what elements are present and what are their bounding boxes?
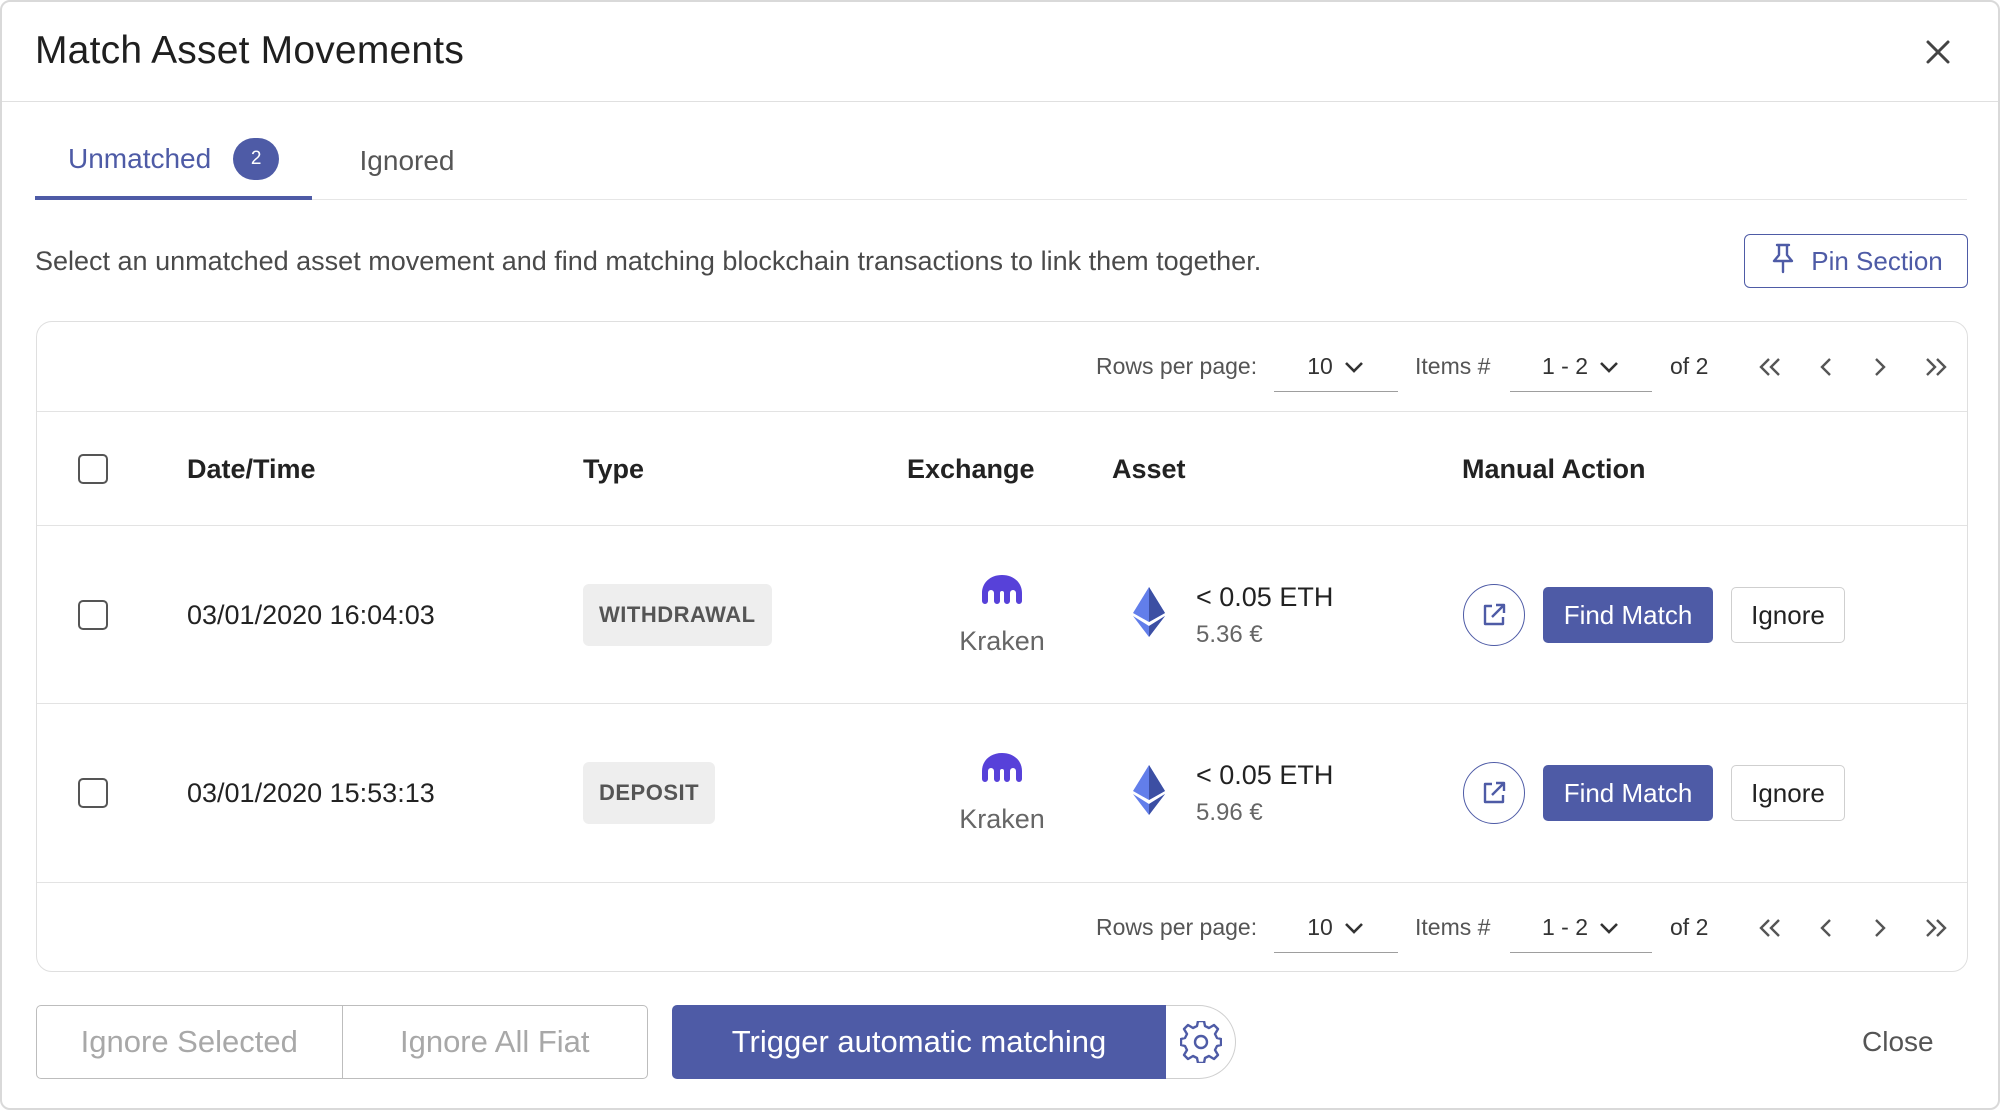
column-header-exchange: Exchange [907, 453, 1035, 484]
items-range-select[interactable]: 1 - 2 [1510, 342, 1652, 392]
header-checkbox-cell [78, 412, 108, 526]
asset-movements-table: Rows per page: 10 Items # 1 - 2 of 2 Dat… [36, 321, 1968, 972]
type-badge: DEPOSIT [583, 762, 716, 824]
rows-per-page-label: Rows per page: [1096, 914, 1258, 940]
asset-fiat-value: 5.96 € [1196, 798, 1263, 826]
ethereum-icon [1132, 764, 1166, 823]
first-page-icon[interactable] [1750, 347, 1790, 387]
tab-unmatched-label: Unmatched [68, 143, 212, 174]
rows-per-page-select[interactable]: 10 [1274, 342, 1398, 392]
row-actions-cell: Find Match Ignore [1463, 526, 1845, 704]
gear-icon[interactable] [1166, 1005, 1236, 1079]
row-type-cell: WITHDRAWAL [583, 526, 772, 704]
pin-section-button[interactable]: Pin Section [1744, 234, 1968, 288]
exchange-name: Kraken [959, 626, 1045, 656]
tab-unmatched[interactable]: Unmatched 2 [35, 122, 312, 200]
items-range-value: 1 - 2 [1541, 913, 1589, 940]
row-exchange-cell: Kraken [909, 704, 1095, 882]
exchange-name: Kraken [959, 804, 1045, 834]
items-range-value: 1 - 2 [1541, 352, 1589, 379]
row-checkbox-cell [78, 526, 108, 704]
unmatched-count-badge: 2 [233, 138, 280, 180]
open-external-icon[interactable] [1463, 762, 1525, 824]
tab-ignored[interactable]: Ignored [312, 122, 502, 200]
row-actions-cell: Find Match Ignore [1463, 704, 1845, 882]
chevron-down-icon [1343, 914, 1365, 941]
first-page-icon[interactable] [1750, 908, 1790, 948]
chevron-down-icon [1343, 353, 1365, 380]
next-page-icon[interactable] [1860, 908, 1900, 948]
ignore-button[interactable]: Ignore [1731, 765, 1845, 821]
rows-per-page-select[interactable]: 10 [1274, 903, 1398, 953]
asset-amount: < 0.05 ETH [1196, 581, 1334, 612]
table-header: Date/Time Type Exchange Asset Manual Act… [37, 412, 1967, 526]
ignore-button-group: Ignore Selected Ignore All Fiat [36, 1005, 648, 1079]
table-row: 03/01/2020 16:04:03 WITHDRAWAL Kraken < … [37, 526, 1967, 704]
asset-fiat-value: 5.36 € [1196, 620, 1263, 648]
row-checkbox[interactable] [78, 600, 108, 630]
column-header-manual-action: Manual Action [1462, 453, 1646, 484]
row-datetime: 03/01/2020 15:53:13 [187, 777, 435, 808]
total-label: of 2 [1670, 353, 1709, 379]
last-page-icon[interactable] [1916, 908, 1956, 948]
row-datetime: 03/01/2020 16:04:03 [187, 599, 435, 630]
row-checkbox-cell [78, 704, 108, 882]
items-label: Items # [1415, 914, 1491, 940]
items-range-select[interactable]: 1 - 2 [1510, 903, 1652, 953]
tab-ignored-label: Ignored [359, 145, 455, 176]
column-header-datetime: Date/Time [187, 453, 316, 484]
last-page-icon[interactable] [1916, 347, 1956, 387]
open-external-icon[interactable] [1463, 584, 1525, 646]
find-match-button[interactable]: Find Match [1543, 587, 1713, 643]
close-button[interactable]: Close [1862, 1005, 1934, 1079]
pagination-top: Rows per page: 10 Items # 1 - 2 of 2 [37, 322, 1967, 412]
description-text: Select an unmatched asset movement and f… [35, 246, 1262, 276]
close-icon[interactable] [1918, 32, 1958, 72]
row-exchange-cell: Kraken [909, 526, 1095, 704]
previous-page-icon[interactable] [1806, 908, 1846, 948]
dialog-title: Match Asset Movements [35, 29, 465, 72]
row-asset-cell: < 0.05 ETH 5.36 € [1132, 526, 1333, 704]
type-badge: WITHDRAWAL [583, 584, 772, 646]
tab-bar: Unmatched 2 Ignored [35, 122, 1967, 200]
chevron-down-icon [1598, 353, 1620, 380]
kraken-logo-icon [980, 751, 1024, 792]
items-label: Items # [1415, 353, 1491, 379]
asset-amount: < 0.05 ETH [1196, 759, 1334, 790]
trigger-automatic-matching-button[interactable]: Trigger automatic matching [672, 1005, 1166, 1079]
ignore-button[interactable]: Ignore [1731, 587, 1845, 643]
next-page-icon[interactable] [1860, 347, 1900, 387]
table-row: 03/01/2020 15:53:13 DEPOSIT Kraken < 0.0… [37, 704, 1967, 882]
total-label: of 2 [1670, 914, 1709, 940]
column-header-type: Type [583, 453, 645, 484]
row-asset-cell: < 0.05 ETH 5.96 € [1132, 704, 1333, 882]
row-checkbox[interactable] [78, 778, 108, 808]
ignore-all-fiat-button[interactable]: Ignore All Fiat [341, 1006, 648, 1078]
pagination-bottom: Rows per page: 10 Items # 1 - 2 of 2 [37, 882, 1967, 971]
dialog-footer: Ignore Selected Ignore All Fiat Trigger … [2, 992, 1998, 1082]
pin-section-label: Pin Section [1811, 245, 1943, 276]
find-match-button[interactable]: Find Match [1543, 765, 1713, 821]
kraken-logo-icon [980, 573, 1024, 614]
ethereum-icon [1132, 586, 1166, 645]
ignore-selected-button[interactable]: Ignore Selected [37, 1006, 342, 1078]
column-header-asset: Asset [1112, 453, 1186, 484]
row-type-cell: DEPOSIT [583, 704, 716, 882]
pin-icon [1769, 242, 1797, 281]
rows-per-page-value: 10 [1307, 352, 1333, 379]
rows-per-page-label: Rows per page: [1096, 353, 1258, 379]
dialog-header: Match Asset Movements [2, 2, 1998, 102]
previous-page-icon[interactable] [1806, 347, 1846, 387]
select-all-checkbox[interactable] [78, 454, 108, 484]
rows-per-page-value: 10 [1307, 913, 1333, 940]
match-asset-movements-dialog: Match Asset Movements Unmatched 2 Ignore… [0, 0, 2000, 1110]
chevron-down-icon [1598, 914, 1620, 941]
